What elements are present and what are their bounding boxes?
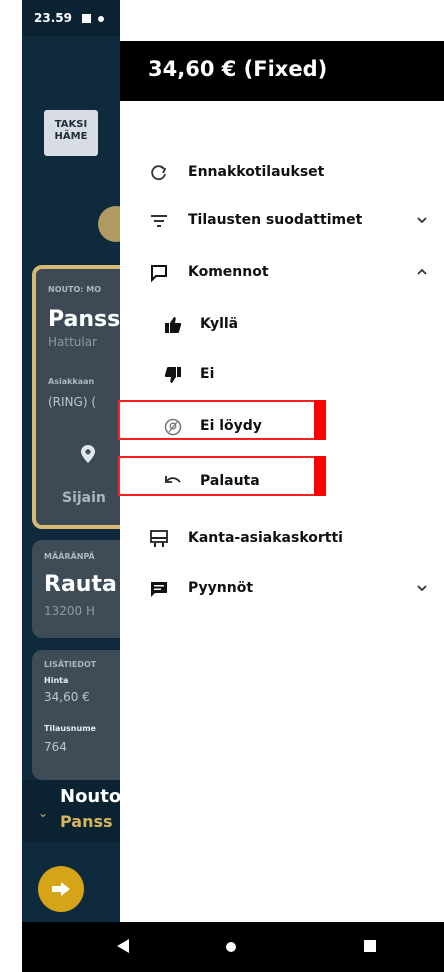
order-value: 764 — [44, 740, 67, 754]
highlight-bar — [314, 456, 326, 496]
chevron-up-icon[interactable] — [416, 266, 428, 278]
pickup-title: Panss — [48, 307, 120, 332]
pickup-label: NOUTO: MO — [48, 285, 101, 294]
bottom-sub: Panss — [60, 812, 113, 831]
chevron-down-icon[interactable] — [416, 582, 428, 594]
status-dot-icon — [98, 15, 105, 22]
menu-item-label: Kyllä — [200, 316, 239, 332]
menu-item-ei[interactable]: Ei — [120, 355, 444, 395]
logo-line2: HÄME — [54, 131, 88, 142]
refresh-icon — [151, 165, 167, 181]
menu-item-tilausten-suodattimet[interactable]: Tilausten suodattimet — [120, 201, 444, 241]
highlight-bar — [314, 400, 326, 440]
customer-label: Asiakkaan — [48, 377, 95, 386]
price-label: Hinta — [44, 676, 69, 685]
menu-item-label: Komennot — [188, 264, 269, 280]
menu-item-label: Ei — [200, 366, 215, 382]
chevron-down-icon[interactable] — [416, 214, 428, 226]
menu-item-kanta-asiakaskortti[interactable]: Kanta-asiakaskortti — [120, 519, 444, 559]
highlight-box-palauta — [118, 456, 326, 496]
menu-item-label: Tilausten suodattimet — [188, 212, 363, 228]
location-pin-icon — [81, 445, 95, 463]
system-navigation-bar — [22, 922, 444, 972]
menu-item-ennakkotilaukset[interactable]: Ennakkotilaukset — [120, 153, 444, 193]
menu-item-komennot[interactable]: Komennot — [120, 253, 444, 293]
menu-item-pyynnot[interactable]: Pyynnöt — [120, 569, 444, 609]
menu-item-label: Ennakkotilaukset — [188, 164, 325, 180]
drawer-header: 34,60 € (Fixed) — [120, 41, 444, 101]
recent-apps-icon[interactable] — [364, 940, 376, 952]
header-title: 34,60 € (Fixed) — [148, 57, 328, 81]
chevron-down-icon[interactable]: ⌄ — [38, 806, 48, 820]
logo-line1: TAKSI — [54, 119, 88, 130]
filter-icon — [151, 215, 167, 227]
destination-card[interactable]: MÄÄRÄNPÄ Rauta 13200 H — [32, 540, 120, 638]
destination-sub: 13200 H — [44, 604, 96, 618]
notification-icon — [82, 14, 92, 23]
bottom-title: Nouto — [60, 786, 120, 807]
destination-label: MÄÄRÄNPÄ — [44, 552, 95, 561]
menu-item-label: Kanta-asiakaskortti — [188, 530, 343, 546]
background-app: 23.59 TAKSI HÄME NOUTO: MO Panss Hattula… — [22, 0, 120, 972]
home-icon[interactable] — [226, 942, 236, 952]
customer-value: (RING) ( — [48, 395, 97, 409]
taxi-logo: TAKSI HÄME — [44, 110, 98, 156]
extra-label: LISÄTIEDOT — [44, 660, 97, 669]
status-bar: 23.59 — [22, 0, 120, 36]
highlight-box-ei-loydy — [118, 400, 326, 440]
order-label: Tilausnume — [44, 724, 96, 733]
navigation-drawer: Ennakkotilaukset Tilausten suodattimet K… — [118, 101, 444, 922]
message-icon — [151, 582, 167, 597]
destination-title: Rauta — [44, 572, 117, 597]
phone-screen: 23.59 TAKSI HÄME NOUTO: MO Panss Hattula… — [22, 0, 444, 972]
pickup-sub: Hattular — [48, 335, 98, 349]
menu-item-label: Pyynnöt — [188, 580, 254, 596]
card-icon — [150, 530, 168, 547]
thumbs-up-icon — [165, 317, 182, 333]
location-label: Sijain — [62, 490, 106, 506]
extra-info-card: LISÄTIEDOT Hinta 34,60 € Tilausnume 764 — [32, 650, 120, 780]
gear-icon[interactable] — [98, 206, 120, 242]
status-time: 23.59 — [34, 11, 72, 25]
comment-icon — [151, 265, 167, 282]
back-icon[interactable] — [116, 938, 130, 954]
menu-item-kylla[interactable]: Kyllä — [120, 305, 444, 345]
arrow-right-icon — [52, 882, 70, 896]
thumbs-down-icon — [164, 367, 181, 383]
price-value: 34,60 € — [44, 690, 90, 704]
